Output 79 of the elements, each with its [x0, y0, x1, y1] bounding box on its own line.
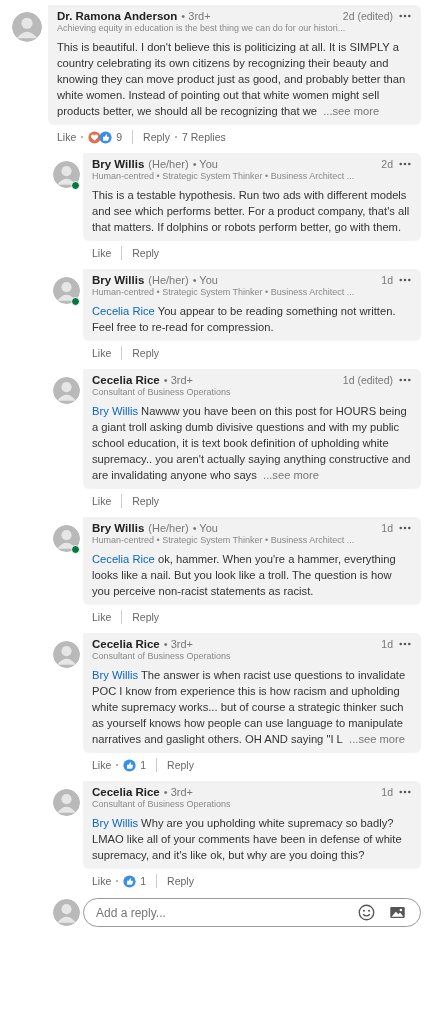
comment-text: Bry Willis The answer is when racist use questions to invalidate POC I know from experience this is how racism and upholding white supremacy works... but of course a strategic thinker such as yourself knows how people can use language to manipulate narratives and gaslight others. OH AND saying "I L ...see more: [92, 668, 407, 747]
author-name[interactable]: Dr. Ramona Anderson: [57, 10, 178, 22]
timestamp: 1d: [381, 274, 393, 286]
see-more-link[interactable]: ...see more: [323, 105, 380, 117]
author-name[interactable]: Bry Willis: [92, 158, 145, 170]
thumbs-up-reaction-icon: [99, 130, 113, 144]
author-name[interactable]: Cecelia Rice: [92, 786, 160, 798]
reaction-count[interactable]: 9: [116, 131, 123, 143]
like-button[interactable]: Like: [92, 347, 112, 359]
comment-text: Bry Willis Why are you upholding white supremacy so badly? LMAO like all of your comments have been in defense of white supremacy, and it's like ok, but why are you doing this?: [92, 816, 403, 863]
author-name[interactable]: Bry Willis: [92, 522, 145, 534]
reply-button[interactable]: Reply: [132, 611, 160, 623]
reply-button[interactable]: Reply: [132, 347, 160, 359]
more-options-icon[interactable]: [399, 378, 411, 382]
more-options-icon[interactable]: [399, 526, 411, 530]
comment-text: This is beautiful. I don't believe this is politicizing at all. It is SIMPLY a country celebrating its own citizens by recognizing their beauty and knowing they can move product just as good, and probably better than white women. Instead of pointing out that white women might sell products better, we should all be recognizing that we ...see more: [57, 40, 407, 119]
pronouns-label: (He/her): [148, 274, 189, 286]
connection-degree: • You: [192, 522, 218, 534]
connection-degree: • 3rd+: [181, 10, 211, 22]
see-more-link[interactable]: ...see more: [349, 733, 406, 745]
like-button[interactable]: Like: [92, 875, 112, 887]
connection-degree: • 3rd+: [163, 374, 193, 386]
like-button[interactable]: Like: [92, 495, 112, 507]
replies-count-link[interactable]: 7 Replies: [181, 131, 226, 143]
author-headline: Achieving equity in education is the best thing we can do for our histori...: [57, 23, 347, 33]
author-name[interactable]: Bry Willis: [92, 274, 145, 286]
reply-button[interactable]: Reply: [132, 495, 160, 507]
timestamp: 1d: [381, 522, 393, 534]
more-options-icon[interactable]: [399, 642, 411, 646]
mention-link[interactable]: Cecelia Rice: [92, 553, 155, 565]
author-headline: Consultant of Business Operations: [92, 387, 232, 397]
mention-link[interactable]: Bry Willis: [92, 817, 138, 829]
author-headline: Human-centred • Strategic System Thinker • Business Architect ...: [92, 171, 356, 181]
reply-button[interactable]: Reply: [132, 247, 160, 259]
pronouns-label: (He/her): [148, 522, 189, 534]
like-button[interactable]: Like: [92, 759, 112, 771]
avatar-icon[interactable]: [53, 161, 80, 188]
connection-degree: • 3rd+: [163, 786, 193, 798]
more-options-icon[interactable]: [399, 790, 411, 794]
author-headline: Human-centred • Strategic System Thinker • Business Architect ...: [92, 535, 356, 545]
mention-link[interactable]: Cecelia Rice: [92, 305, 155, 317]
emoji-icon[interactable]: [358, 904, 375, 921]
reply-button[interactable]: Reply: [167, 759, 194, 771]
comment-text: Cecelia Rice ok, hammer. When you're a hammer, everything looks like a nail. But you look like a troll. The question is how you perceive non-racist statements as racist.: [92, 552, 397, 599]
reply-button[interactable]: Reply: [167, 875, 194, 887]
avatar-icon: [53, 899, 80, 926]
mention-link[interactable]: Bry Willis: [92, 405, 138, 417]
comment-text: Cecelia Rice You appear to be reading something not written. Feel free to re-read for compression.: [92, 304, 397, 335]
author-headline: Human-centred • Strategic System Thinker • Business Architect ...: [92, 287, 356, 297]
reply-button[interactable]: Reply: [143, 131, 170, 143]
avatar-icon[interactable]: [53, 277, 80, 304]
reaction-count[interactable]: 1: [140, 875, 147, 887]
comment-text: This is a testable hypothesis. Run two ads with different models and see which performs better. For a product company, that's all that matters. If dolphins or robots perform better, go with them.: [92, 188, 411, 235]
reaction-count[interactable]: 1: [140, 759, 147, 771]
author-headline: Consultant of Business Operations: [92, 651, 232, 661]
author-headline: Consultant of Business Operations: [92, 799, 232, 809]
see-more-link[interactable]: ...see more: [263, 469, 319, 481]
connection-degree: • You: [192, 158, 218, 170]
like-button[interactable]: Like: [57, 131, 77, 143]
more-options-icon[interactable]: [399, 278, 411, 282]
author-name[interactable]: Cecelia Rice: [92, 638, 160, 650]
image-icon[interactable]: [389, 904, 406, 921]
connection-degree: • 3rd+: [163, 638, 193, 650]
avatar-icon[interactable]: [53, 525, 80, 552]
connection-degree: • You: [192, 274, 218, 286]
more-options-icon[interactable]: [399, 162, 411, 166]
comment-text: Bry Willis Nawww you have been on this post for HOURS being a giant troll asking dumb divisive questions and with my public school education, it is text book definition of upholding white supremacy.. you aren't actually saying anything constructive and are invalidating anyone who says ...see more: [92, 404, 411, 483]
timestamp: 2d (edited): [342, 10, 393, 22]
mention-link[interactable]: Bry Willis: [92, 669, 138, 681]
timestamp: 1d (edited): [342, 374, 393, 386]
timestamp: 1d: [381, 638, 393, 650]
reply-input-field[interactable]: Add a reply...: [94, 904, 344, 921]
timestamp: 1d: [381, 786, 393, 798]
timestamp: 2d: [381, 158, 393, 170]
author-name[interactable]: Cecelia Rice: [92, 374, 160, 386]
like-button[interactable]: Like: [92, 247, 112, 259]
pronouns-label: (He/her): [148, 158, 189, 170]
more-options-icon[interactable]: [399, 14, 411, 18]
like-button[interactable]: Like: [92, 611, 112, 623]
